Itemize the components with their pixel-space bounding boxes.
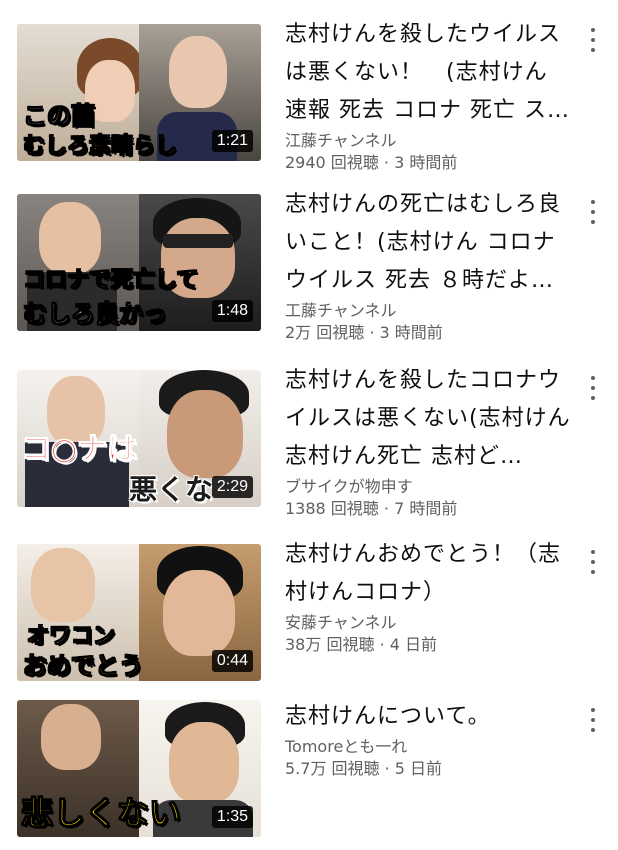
video-duration: 2:29 (211, 476, 253, 498)
more-options-icon[interactable] (586, 706, 600, 734)
thumbnail-caption-bottom: むしろ素晴らし (22, 134, 178, 160)
channel-name[interactable]: 安藤チャンネル (285, 612, 575, 634)
thumbnail-caption-bottom: 悪くな (129, 473, 214, 506)
channel-name[interactable]: Tomoreとも一れ (285, 736, 575, 758)
video-duration: 1:35 (211, 806, 253, 828)
video-item[interactable]: オワコン おめでとう 0:44 志村けんおめでとう！（志村けんコロナ） 安藤チャ… (0, 510, 618, 681)
video-thumbnail[interactable]: コロナで死亡して むしろ良かっ 1:48 (17, 194, 261, 331)
thumbnail-caption-top: コ○ナは (20, 432, 138, 468)
thumbnail-caption-bottom: おめでとう (23, 652, 144, 681)
video-title[interactable]: 志村けんを殺したウイルスは悪くない！ (志村けん 速報 死去 コロナ 死亡 ス… (285, 16, 575, 130)
channel-name[interactable]: 江藤チャンネル (285, 130, 575, 152)
video-stats: 38万 回視聴 · 4 日前 (285, 635, 437, 654)
channel-name[interactable]: ブサイクが物申す (285, 476, 575, 498)
more-options-icon[interactable] (586, 548, 600, 576)
video-thumbnail[interactable]: コ○ナは 悪くな 2:29 (17, 370, 261, 507)
video-title[interactable]: 志村けんを殺したコロナウイルスは悪くない(志村けん 志村けん死亡 志村ど… (285, 362, 575, 476)
video-title[interactable]: 志村けんについて。 (285, 698, 575, 736)
video-thumbnail[interactable]: 悲しくない 1:35 (17, 700, 261, 837)
video-item[interactable]: コロナで死亡して むしろ良かっ 1:48 志村けんの死亡はむしろ良いこと！(志村… (0, 170, 618, 342)
video-stats: 5.7万 回視聴 · 5 日前 (285, 759, 443, 778)
channel-name[interactable]: 工藤チャンネル (285, 300, 575, 322)
more-options-icon[interactable] (586, 26, 600, 54)
video-title[interactable]: 志村けんおめでとう！（志村けんコロナ） (285, 536, 575, 612)
video-item[interactable]: コ○ナは 悪くな 2:29 志村けんを殺したコロナウイルスは悪くない(志村けん … (0, 340, 618, 518)
thumbnail-caption-top: この菌 (23, 102, 96, 131)
video-duration: 1:21 (211, 130, 253, 152)
more-options-icon[interactable] (586, 198, 600, 226)
thumbnail-caption-bottom: むしろ良かっ (23, 300, 168, 329)
video-thumbnail[interactable]: この菌 むしろ素晴らし 1:21 (17, 24, 261, 161)
video-item[interactable]: この菌 むしろ素晴らし 1:21 志村けんを殺したウイルスは悪くない！ (志村け… (0, 0, 618, 172)
thumbnail-caption-top: コロナで死亡して (22, 268, 199, 294)
more-options-icon[interactable] (586, 374, 600, 402)
video-item[interactable]: 悲しくない 1:35 志村けんについて。 Tomoreとも一れ 5.7万 回視聴… (0, 680, 618, 850)
video-thumbnail[interactable]: オワコン おめでとう 0:44 (17, 544, 261, 681)
thumbnail-caption-bottom: 悲しくない (20, 794, 182, 833)
video-duration: 1:48 (211, 300, 253, 322)
video-title[interactable]: 志村けんの死亡はむしろ良いこと！(志村けん コロナ ウイルス 死去 ８時だよ… (285, 186, 575, 300)
video-duration: 0:44 (211, 650, 253, 672)
